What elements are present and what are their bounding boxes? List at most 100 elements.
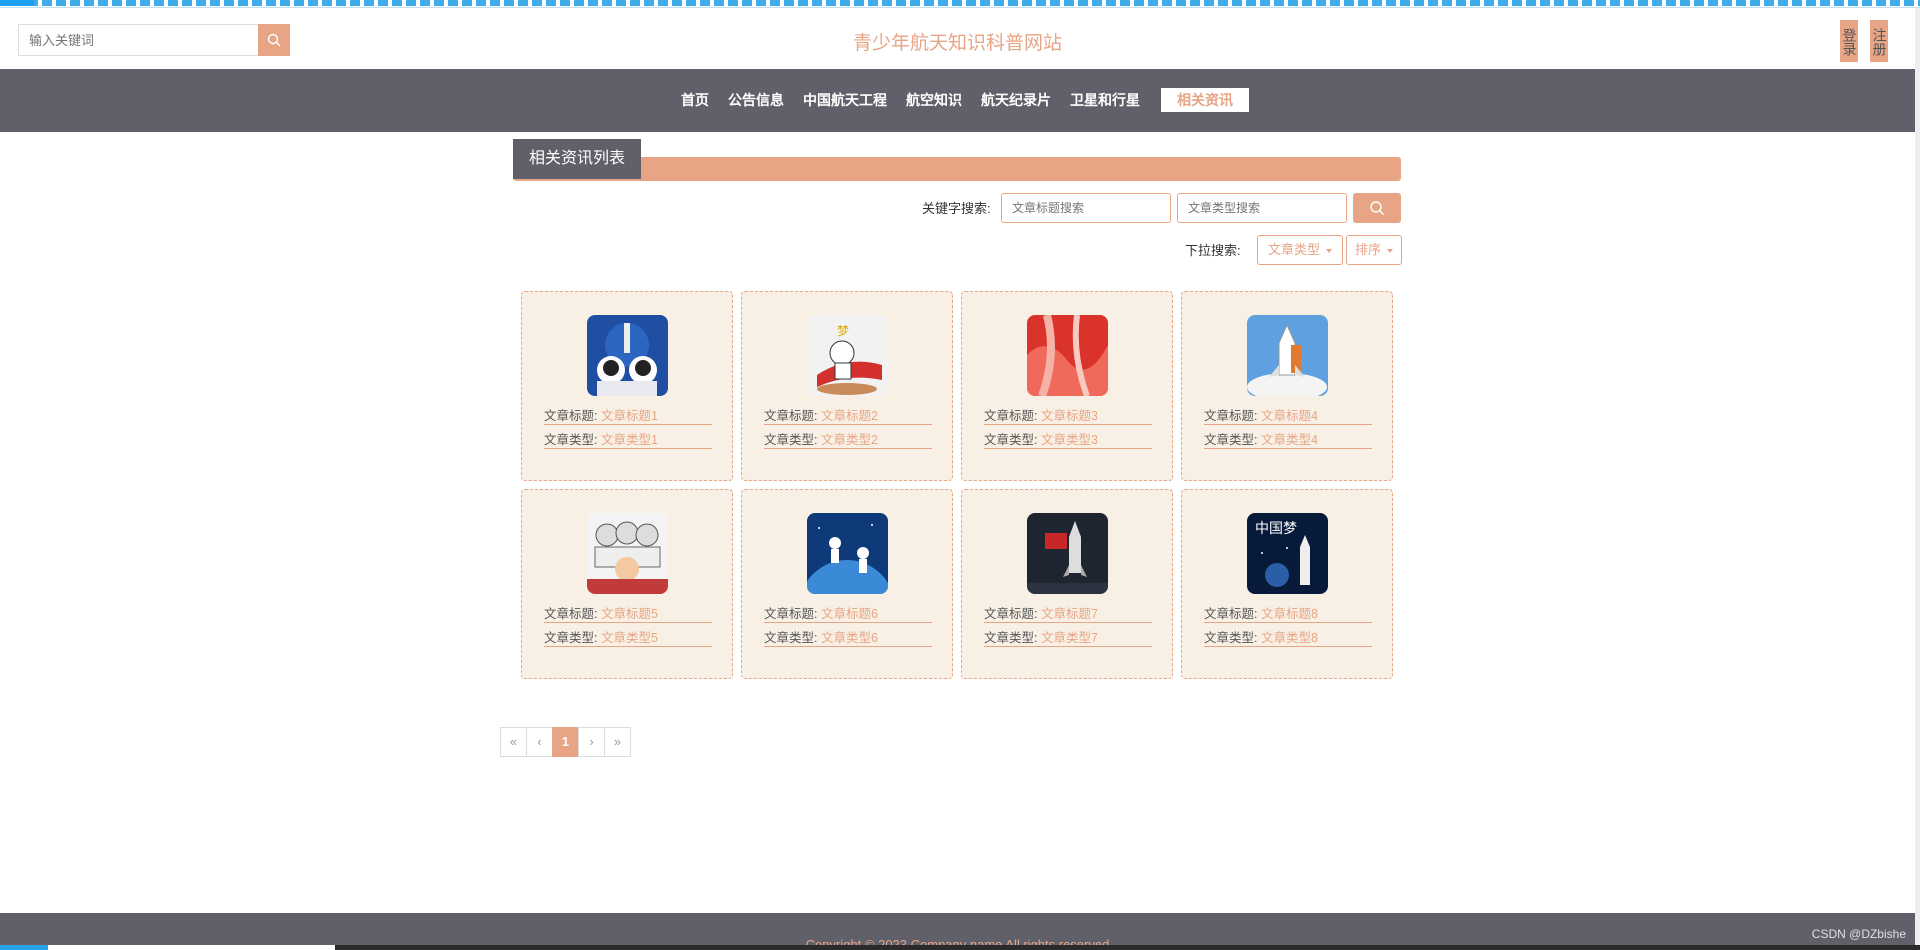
sort-dropdown[interactable]: 排序 (1346, 235, 1402, 265)
article-image (1247, 315, 1328, 396)
search-icon (1370, 201, 1384, 215)
article-title-row: 文章标题: 文章标题1 (544, 407, 712, 425)
last-page-button[interactable]: » (604, 727, 631, 757)
article-type-label: 文章类型: (544, 631, 598, 645)
article-type-value[interactable]: 文章类型7 (1041, 631, 1098, 645)
article-title-label: 文章标题: (984, 607, 1038, 621)
dropdown-search-label: 下拉搜索: (1185, 243, 1241, 258)
nav-items: 首页 公告信息 中国航天工程 航空知识 航天纪录片 卫星和行星 相关资讯 (681, 88, 1268, 112)
article-title-row: 文章标题: 文章标题5 (544, 605, 712, 623)
article-card[interactable]: 中国梦文章标题: 文章标题8 文章类型: 文章类型8 (1181, 489, 1393, 679)
article-title-label: 文章标题: (764, 607, 818, 621)
article-title-value[interactable]: 文章标题8 (1261, 607, 1318, 621)
article-title-label: 文章标题: (984, 409, 1038, 423)
article-type-row: 文章类型: 文章类型2 (764, 431, 932, 449)
nav-item-1[interactable]: 公告信息 (728, 88, 784, 112)
article-image (1027, 513, 1108, 594)
top-progress-indicator (0, 0, 34, 6)
type-search-input[interactable] (1177, 193, 1347, 223)
article-image: 梦 (807, 315, 888, 396)
register-button[interactable]: 注册 (1870, 20, 1888, 62)
article-title-value[interactable]: 文章标题6 (821, 607, 878, 621)
page-scrollbar[interactable] (1915, 8, 1920, 945)
article-type-value[interactable]: 文章类型6 (821, 631, 878, 645)
article-type-row: 文章类型: 文章类型6 (764, 629, 932, 647)
article-thumbnail[interactable]: 中国梦 (1247, 513, 1328, 594)
article-title-row: 文章标题: 文章标题2 (764, 407, 932, 425)
article-card[interactable]: 文章标题: 文章标题3 文章类型: 文章类型3 (961, 291, 1173, 481)
article-type-value[interactable]: 文章类型1 (601, 433, 658, 447)
article-type-label: 文章类型: (764, 433, 818, 447)
prev-page-button[interactable]: ‹ (526, 727, 553, 757)
article-type-dropdown-label: 文章类型 (1268, 242, 1321, 257)
article-title-value[interactable]: 文章标题4 (1261, 409, 1318, 423)
pagination: « ‹ 1 › » (500, 727, 631, 757)
caret-down-icon (1386, 248, 1393, 253)
sort-dropdown-label: 排序 (1355, 242, 1382, 257)
article-title-value[interactable]: 文章标题7 (1041, 607, 1098, 621)
article-card[interactable]: 文章标题: 文章标题4 文章类型: 文章类型4 (1181, 291, 1393, 481)
nav-item-0[interactable]: 首页 (681, 88, 709, 112)
article-type-row: 文章类型: 文章类型4 (1204, 431, 1372, 449)
nav-item-2[interactable]: 中国航天工程 (803, 88, 887, 112)
current-page-button[interactable]: 1 (552, 727, 579, 757)
article-type-row: 文章类型: 文章类型3 (984, 431, 1152, 449)
article-thumbnail[interactable]: 梦 (807, 315, 888, 396)
taskbar-segment (0, 945, 48, 950)
article-image (807, 513, 888, 594)
article-card[interactable]: 文章标题: 文章标题6 文章类型: 文章类型6 (741, 489, 953, 679)
article-type-row: 文章类型: 文章类型5 (544, 629, 712, 647)
article-card[interactable]: 文章标题: 文章标题1 文章类型: 文章类型1 (521, 291, 733, 481)
next-page-button[interactable]: › (578, 727, 605, 757)
keyword-search-label: 关键字搜索: (922, 201, 991, 216)
keyword-search-button[interactable] (1353, 193, 1401, 223)
article-title-label: 文章标题: (544, 409, 598, 423)
article-card[interactable]: 文章标题: 文章标题7 文章类型: 文章类型7 (961, 489, 1173, 679)
article-title-label: 文章标题: (544, 607, 598, 621)
article-type-label: 文章类型: (1204, 631, 1258, 645)
article-type-value[interactable]: 文章类型2 (821, 433, 878, 447)
watermark: CSDN @DZbishe (1811, 927, 1906, 941)
article-title-row: 文章标题: 文章标题3 (984, 407, 1152, 425)
taskbar-segment (48, 945, 335, 950)
article-thumbnail[interactable] (587, 315, 668, 396)
article-thumbnail[interactable] (1247, 315, 1328, 396)
article-title-value[interactable]: 文章标题2 (821, 409, 878, 423)
article-card[interactable]: 梦文章标题: 文章标题2 文章类型: 文章类型2 (741, 291, 953, 481)
article-card[interactable]: 文章标题: 文章标题5 文章类型: 文章类型5 (521, 489, 733, 679)
article-type-label: 文章类型: (984, 433, 1038, 447)
article-title-value[interactable]: 文章标题3 (1041, 409, 1098, 423)
login-button[interactable]: 登录 (1840, 20, 1858, 62)
article-type-value[interactable]: 文章类型4 (1261, 433, 1318, 447)
section-header-bar (513, 157, 1401, 181)
header: 青少年航天知识科普网站 登录 注册 (0, 8, 1920, 69)
nav-item-3[interactable]: 航空知识 (906, 88, 962, 112)
article-type-value[interactable]: 文章类型5 (601, 631, 658, 645)
article-thumbnail[interactable] (587, 513, 668, 594)
article-type-label: 文章类型: (544, 433, 598, 447)
article-type-dropdown[interactable]: 文章类型 (1257, 235, 1343, 265)
title-search-input[interactable] (1001, 193, 1171, 223)
article-title-value[interactable]: 文章标题5 (601, 607, 658, 621)
svg-text:中国梦: 中国梦 (1255, 521, 1297, 537)
article-title-row: 文章标题: 文章标题8 (1204, 605, 1372, 623)
article-type-label: 文章类型: (764, 631, 818, 645)
nav-item-6[interactable]: 相关资讯 (1161, 88, 1249, 112)
caret-down-icon (1325, 248, 1332, 253)
main-nav: 首页 公告信息 中国航天工程 航空知识 航天纪录片 卫星和行星 相关资讯 (0, 69, 1915, 132)
nav-item-4[interactable]: 航天纪录片 (981, 88, 1051, 112)
article-title-label: 文章标题: (764, 409, 818, 423)
first-page-button[interactable]: « (500, 727, 527, 757)
article-title-value[interactable]: 文章标题1 (601, 409, 658, 423)
section-title: 相关资讯列表 (513, 139, 641, 179)
article-title-label: 文章标题: (1204, 409, 1258, 423)
article-type-value[interactable]: 文章类型8 (1261, 631, 1318, 645)
article-title-row: 文章标题: 文章标题6 (764, 605, 932, 623)
article-type-value[interactable]: 文章类型3 (1041, 433, 1098, 447)
article-thumbnail[interactable] (1027, 315, 1108, 396)
article-thumbnail[interactable] (807, 513, 888, 594)
nav-item-5[interactable]: 卫星和行星 (1070, 88, 1140, 112)
article-type-label: 文章类型: (1204, 433, 1258, 447)
article-type-label: 文章类型: (984, 631, 1038, 645)
article-thumbnail[interactable] (1027, 513, 1108, 594)
